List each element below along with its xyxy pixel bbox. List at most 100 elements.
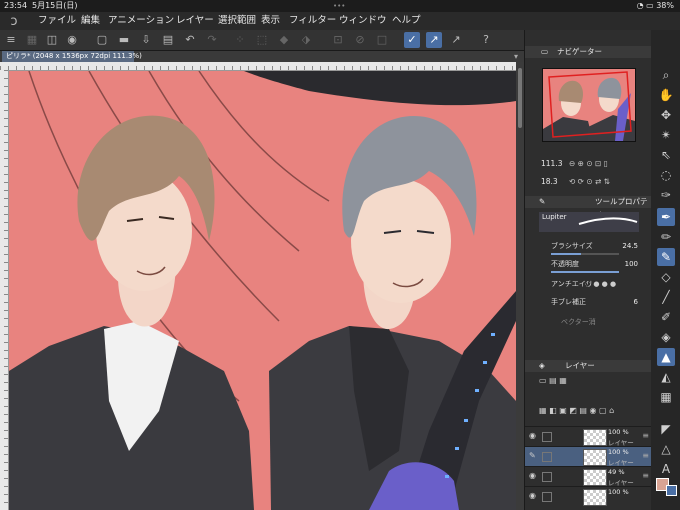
antialias-options-icon[interactable]: ◌ ● ● ● (585, 276, 616, 292)
menu-layer[interactable]: レイヤー (176, 12, 214, 30)
layers-stack-icon[interactable]: ◫ (44, 32, 60, 48)
frame-tool-icon[interactable]: ▦ (657, 388, 675, 406)
pen-line-icon[interactable]: ↗ (448, 32, 464, 48)
navigator-title[interactable]: ナビゲーター (557, 46, 602, 58)
hand-tool-icon[interactable]: ✋ (657, 86, 675, 104)
zoom-tool-icon[interactable]: ⌕ (657, 66, 675, 84)
vector-eraser-row[interactable]: ベクター消 (525, 314, 652, 330)
layer-blend-row[interactable]: ▭ ▤ ▦ (539, 376, 647, 390)
multitask-dots[interactable]: ••• (333, 0, 345, 12)
undo-icon[interactable]: ↶ (182, 32, 198, 48)
brush-size-value[interactable]: 24.5 (622, 238, 638, 254)
transform-icon[interactable]: ⬗ (298, 32, 314, 48)
eye-icon[interactable]: ◉ (529, 431, 536, 440)
menu-view[interactable]: 表示 (261, 12, 280, 30)
layer-actions-row[interactable]: ▦ ◧ ▣ ◩ ▤ ◉ ▢ ⌂ (539, 406, 647, 420)
layer-menu-icon[interactable]: ≡ (642, 471, 649, 480)
fill-icon[interactable]: ◆ (276, 32, 292, 48)
eye-icon[interactable]: ◉ (529, 471, 536, 480)
navigator-header: ▭ ナビゲーター (525, 46, 652, 58)
opacity-value[interactable]: 100 (625, 256, 638, 272)
layer-title[interactable]: レイヤー (565, 360, 595, 372)
line-tool-icon[interactable]: ╱ (657, 288, 675, 306)
lasso-tool-icon[interactable]: ◌ (657, 166, 675, 184)
opacity-slider[interactable] (551, 271, 619, 273)
menu-animation[interactable]: アニメーション (108, 12, 174, 30)
eyedropper-icon[interactable]: ✑ (657, 186, 675, 204)
sub-color-swatch[interactable] (666, 485, 677, 496)
menu-filter[interactable]: フィルター (289, 12, 336, 30)
pen-layer-icon[interactable]: ✎ (529, 451, 536, 460)
brush-preview[interactable]: Lupiter (539, 212, 639, 232)
rotate-controls-icon[interactable]: ⟲ ⟳ ⊙ ⇄ ⇅ (569, 175, 610, 189)
ruler-icon[interactable]: ⊘ (352, 32, 368, 48)
menu-file[interactable]: ファイル (38, 12, 76, 30)
brush-size-row[interactable]: ブラシサイズ 24.5 (525, 238, 652, 254)
layer-row-3[interactable]: ◉ 49 % レイヤー ≡ (525, 466, 652, 487)
new-file-icon[interactable]: ▢ (94, 32, 110, 48)
document-tab[interactable]: ピリラ* (2048 x 1536px 72dpi 111.3%) (2, 51, 142, 62)
pencil-tool-icon[interactable]: ✏ (657, 228, 675, 246)
menu-edit[interactable]: 編集 (81, 12, 100, 30)
ruler-tool-icon[interactable]: ◤ (657, 420, 675, 438)
shape-tool-icon[interactable]: △ (657, 440, 675, 458)
move-tool-icon[interactable]: ✥ (657, 106, 675, 124)
brush-tab-icon[interactable]: ✎ (539, 196, 545, 208)
tab-chevron-down-icon[interactable]: ▾ (514, 51, 518, 62)
brush-size-slider[interactable] (551, 253, 619, 255)
scrollbar-thumb[interactable] (518, 68, 522, 128)
layer-icon[interactable]: ▦ (24, 32, 40, 48)
redo-icon[interactable]: ↷ (204, 32, 220, 48)
text-tool-icon[interactable]: A (657, 460, 675, 478)
save-icon[interactable]: ⇩ (138, 32, 154, 48)
select-dots-icon[interactable]: ⁘ (232, 32, 248, 48)
menu-help[interactable]: ヘルプ (392, 12, 421, 30)
layer-thumbnail (583, 449, 607, 466)
open-folder-icon[interactable]: ▬ (116, 32, 132, 48)
help-icon[interactable]: ? (478, 32, 494, 48)
layer-check[interactable] (542, 472, 552, 482)
brush-tool-icon[interactable]: ✎ (657, 248, 675, 266)
crop-icon[interactable]: ⊡ (330, 32, 346, 48)
eye-icon[interactable]: ◉ (529, 491, 536, 500)
eraser-tool-icon[interactable]: ◇ (657, 268, 675, 286)
drawing-canvas[interactable] (9, 71, 516, 510)
opacity-label: 不透明度 (551, 260, 579, 268)
layer-row-4[interactable]: ◉ 100 % (525, 486, 652, 506)
pen-mode-icon[interactable]: ✓ (404, 32, 420, 48)
blend-tool-icon[interactable]: ✐ (657, 308, 675, 326)
layer-check[interactable] (542, 492, 552, 502)
gradient-tool-icon[interactable]: ◭ (657, 368, 675, 386)
pen-curve-icon[interactable]: ↗ (426, 32, 442, 48)
layer-row-1[interactable]: ◉ 100 % レイヤー ≡ (525, 426, 652, 447)
zoom-value[interactable]: 111.3 (541, 157, 562, 171)
menu-selection[interactable]: 選択範囲 (218, 12, 256, 30)
hamburger-menu-icon[interactable]: ≡ (3, 32, 19, 48)
layer-check[interactable] (542, 432, 552, 442)
pen-tool-icon[interactable]: ✒ (657, 208, 675, 226)
deselect-icon[interactable]: ⬚ (254, 32, 270, 48)
opacity-row[interactable]: 不透明度 100 (525, 256, 652, 272)
export-icon[interactable]: ▤ (160, 32, 176, 48)
layer-row-2[interactable]: ✎ 100 % レイヤー ≡ (525, 446, 652, 467)
object-tool-icon[interactable]: ⇖ (657, 146, 675, 164)
app-logo-icon[interactable]: ↄ (6, 13, 22, 29)
layer-tab-icon[interactable]: ◈ (539, 360, 545, 372)
layer-menu-icon[interactable]: ≡ (642, 451, 649, 460)
menu-window[interactable]: ウィンドウ (339, 12, 387, 30)
zoom-controls-icon[interactable]: ⊖ ⊕ ⊙ ⊡ ▯ (569, 157, 608, 171)
stabilizer-row[interactable]: 手ブレ補正 6 (525, 294, 652, 310)
layer-check[interactable] (542, 452, 552, 462)
record-icon[interactable]: ◉ (64, 32, 80, 48)
navigator-tab-icon[interactable]: ▭ (541, 46, 548, 58)
antialias-row[interactable]: アンチエイリ ◌ ● ● ● (525, 276, 652, 292)
fill-stamp-icon[interactable]: ◈ (657, 328, 675, 346)
stabilizer-value[interactable]: 6 (634, 294, 638, 310)
fill-tool-icon[interactable]: ▲ (657, 348, 675, 366)
canvas-scrollbar[interactable] (516, 62, 524, 510)
angle-value[interactable]: 18.3 (541, 175, 558, 189)
sparkle-tool-icon[interactable]: ✴ (657, 126, 675, 144)
navigator-preview[interactable] (542, 68, 636, 142)
square-icon[interactable]: □ (374, 32, 390, 48)
layer-menu-icon[interactable]: ≡ (642, 431, 649, 440)
